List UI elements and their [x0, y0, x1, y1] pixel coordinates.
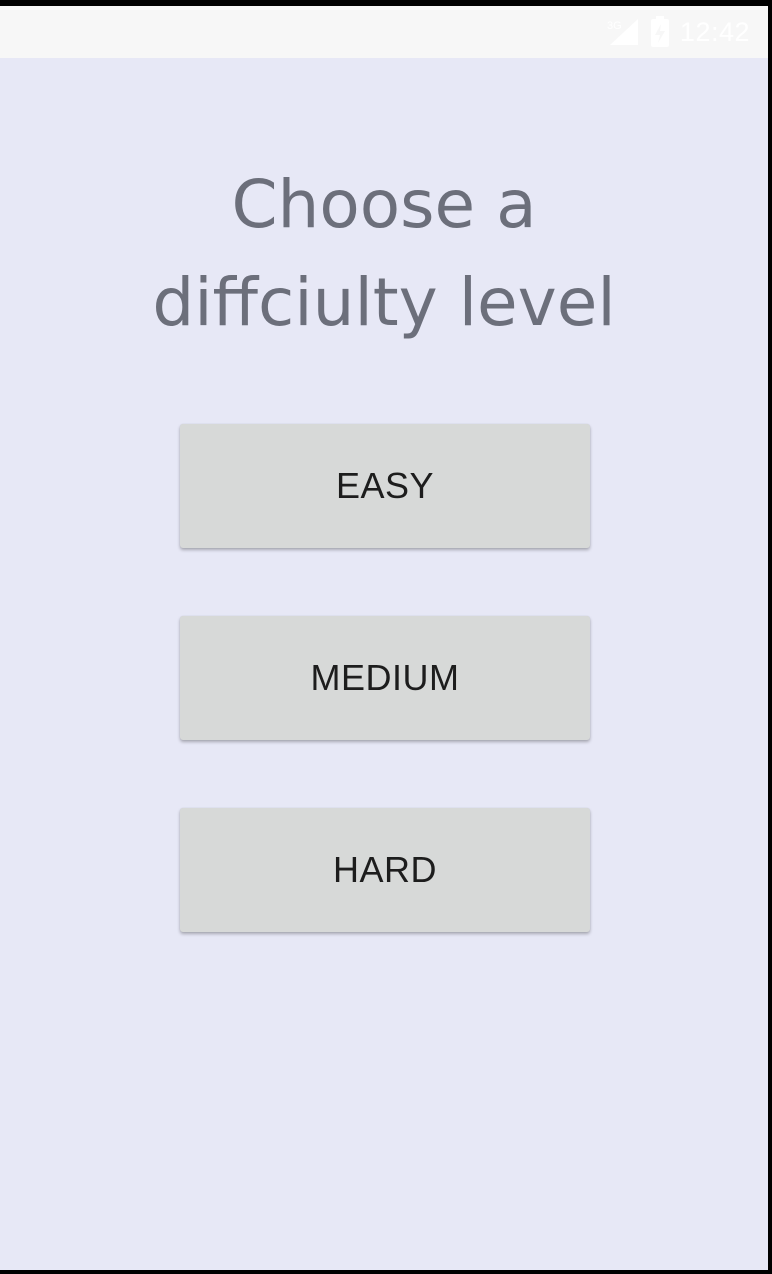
hard-button[interactable]: HARD — [180, 808, 590, 932]
title-line-1: Choose a — [231, 166, 537, 243]
status-time: 12:42 — [679, 16, 750, 47]
app-screen: 3G 12:42 Choose a diffciulty level EASY … — [0, 6, 768, 1270]
medium-button[interactable]: MEDIUM — [180, 616, 590, 740]
status-icons: 3G 12:42 — [606, 16, 750, 48]
signal-icon: 3G — [606, 17, 640, 47]
title-line-2: diffciulty level — [152, 264, 616, 341]
status-bar: 3G 12:42 — [0, 6, 768, 58]
easy-button[interactable]: EASY — [180, 424, 590, 548]
device-frame: 3G 12:42 Choose a diffciulty level EASY … — [0, 0, 772, 1274]
network-type-label: 3G — [607, 20, 622, 32]
battery-icon — [650, 16, 670, 48]
page-title: Choose a diffciulty level — [0, 156, 768, 352]
